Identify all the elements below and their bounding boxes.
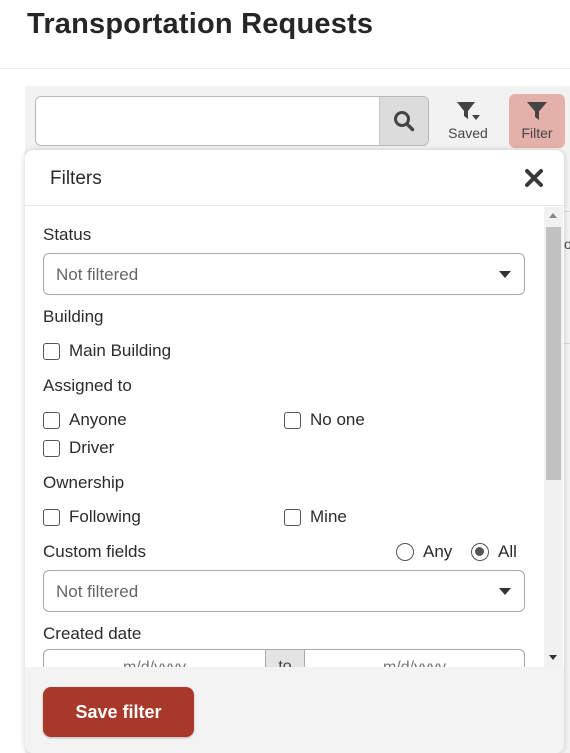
checkbox-main-building[interactable]: Main Building <box>43 341 171 361</box>
checkbox-label: Driver <box>69 438 115 457</box>
checkbox-box[interactable] <box>43 342 60 360</box>
filters-panel-header: Filters <box>25 150 564 206</box>
title-divider <box>0 68 570 69</box>
close-icon <box>525 169 543 187</box>
radio-label: Any <box>423 542 453 561</box>
custom-fields-select-value: Not filtered <box>56 582 139 601</box>
radio-label: All <box>498 542 517 561</box>
status-label: Status <box>43 225 92 244</box>
checkbox-label: Following <box>69 507 141 526</box>
checkbox-box[interactable] <box>284 411 301 429</box>
saved-label: Saved <box>448 125 488 141</box>
close-button[interactable] <box>523 167 545 189</box>
created-date-label: Created date <box>43 624 142 643</box>
panel-scrollbar[interactable] <box>544 207 563 667</box>
search-button[interactable] <box>379 97 428 145</box>
filters-panel-title: Filters <box>50 168 102 189</box>
scroll-down-arrow-icon[interactable] <box>549 655 557 660</box>
search-box <box>35 96 429 146</box>
status-select[interactable]: Not filtered <box>43 253 525 295</box>
background-table-border <box>564 211 570 212</box>
filter-label: Filter <box>521 125 553 141</box>
background-table-border <box>564 343 570 344</box>
status-select-value: Not filtered <box>56 265 139 284</box>
checkbox-box[interactable] <box>43 411 60 429</box>
date-range-separator: to <box>265 650 305 667</box>
search-icon <box>394 111 415 132</box>
radio-circle-selected[interactable] <box>471 543 489 561</box>
created-date-to-input[interactable] <box>305 650 524 667</box>
created-date-from-input[interactable] <box>44 650 265 667</box>
checkbox-label: Mine <box>310 507 347 526</box>
filters-panel-body: Status Not filtered Building Main Buildi… <box>25 207 564 667</box>
page-title: Transportation Requests <box>27 8 374 40</box>
assigned-to-label: Assigned to <box>43 376 132 395</box>
scrollbar-thumb[interactable] <box>546 227 561 480</box>
chevron-down-icon <box>499 588 511 595</box>
checkbox-label: Anyone <box>69 410 127 429</box>
checkbox-label: No one <box>310 410 365 429</box>
checkbox-anyone[interactable]: Anyone <box>43 410 127 430</box>
building-label: Building <box>43 307 104 326</box>
checkbox-driver[interactable]: Driver <box>43 438 114 458</box>
search-input[interactable] <box>36 97 380 145</box>
filter-icon <box>527 102 547 120</box>
chevron-down-icon <box>499 271 511 278</box>
checkbox-mine[interactable]: Mine <box>284 507 347 527</box>
ownership-label: Ownership <box>43 473 125 492</box>
filter-button[interactable]: Filter <box>509 94 565 148</box>
saved-filter-icon <box>457 102 480 120</box>
custom-fields-label: Custom fields <box>43 542 146 561</box>
save-filter-button[interactable]: Save filter <box>43 687 194 737</box>
checkbox-no-one[interactable]: No one <box>284 410 365 430</box>
filters-panel: Filters Status Not filtered Building Mai… <box>25 150 564 753</box>
filters-panel-footer: Save filter <box>25 667 564 753</box>
radio-all[interactable]: All <box>471 542 517 562</box>
created-date-range: to <box>43 649 525 667</box>
radio-any[interactable]: Any <box>396 542 452 562</box>
scroll-up-arrow-icon[interactable] <box>549 213 557 218</box>
checkbox-box[interactable] <box>43 439 60 457</box>
checkbox-label: Main Building <box>69 341 172 360</box>
background-table-clipped-text: o <box>564 236 570 252</box>
checkbox-box[interactable] <box>43 508 60 526</box>
radio-circle[interactable] <box>396 543 414 561</box>
saved-filters-button[interactable]: Saved <box>440 94 496 148</box>
checkbox-box[interactable] <box>284 508 301 526</box>
checkbox-following[interactable]: Following <box>43 507 141 527</box>
custom-fields-select[interactable]: Not filtered <box>43 570 525 612</box>
